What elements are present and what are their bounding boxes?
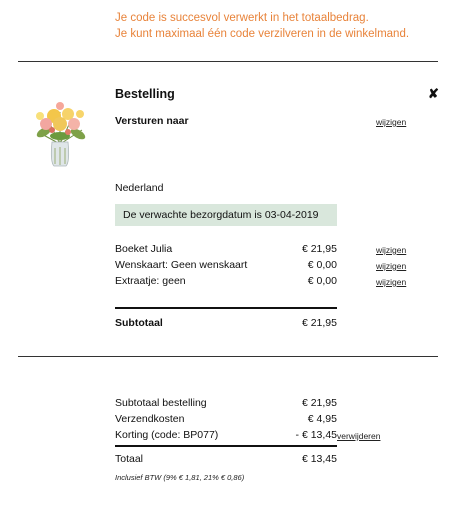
total-rule xyxy=(115,445,337,447)
remove-code-link[interactable]: verwijderen xyxy=(337,431,380,441)
ship-country: Nederland xyxy=(115,182,164,194)
notice-line-1: Je code is succesvol verwerkt in het tot… xyxy=(115,12,369,24)
subtotal-rule xyxy=(115,307,337,309)
item-price: € 0,00 xyxy=(307,275,337,287)
ship-to-label: Versturen naar xyxy=(115,115,189,127)
summary-subtotal-value: € 21,95 xyxy=(301,397,337,409)
edit-card-link[interactable]: wijzigen xyxy=(376,261,406,271)
item-price: € 21,95 xyxy=(301,243,337,255)
notice-line-2: Je kunt maximaal één code verzilveren in… xyxy=(115,28,410,40)
item-label: Extraatje: geen xyxy=(115,275,186,287)
total-value: € 13,45 xyxy=(301,453,337,465)
edit-address-link[interactable]: wijzigen xyxy=(376,117,406,127)
summary-subtotal-label: Subtotaal bestelling xyxy=(115,397,207,409)
close-icon[interactable]: ✘ xyxy=(428,86,439,102)
discount-label: Korting (code: BP077) xyxy=(115,429,219,441)
divider-middle xyxy=(18,356,438,357)
delivery-date-banner: De verwachte bezorgdatum is 03-04-2019 xyxy=(115,204,337,226)
code-success-notice: Je code is succesvol verwerkt in het tot… xyxy=(115,10,409,42)
vat-note: Inclusief BTW (9% € 1,81, 21% € 0,86) xyxy=(115,473,245,482)
discount-value: - € 13,45 xyxy=(295,429,337,441)
shipping-value: € 4,95 xyxy=(307,413,337,425)
edit-extra-link[interactable]: wijzigen xyxy=(376,277,406,287)
shipping-label: Verzendkosten xyxy=(115,413,185,425)
bouquet-image xyxy=(36,102,86,167)
edit-item-link[interactable]: wijzigen xyxy=(376,245,406,255)
divider-top xyxy=(18,61,438,62)
item-label: Boeket Julia xyxy=(115,243,173,255)
total-label: Totaal xyxy=(115,453,144,465)
order-title: Bestelling xyxy=(115,87,175,101)
item-label: Wenskaart: Geen wenskaart xyxy=(115,259,248,271)
order-subtotal-value: € 21,95 xyxy=(301,317,337,329)
order-subtotal-label: Subtotaal xyxy=(115,317,163,329)
item-price: € 0,00 xyxy=(307,259,337,271)
